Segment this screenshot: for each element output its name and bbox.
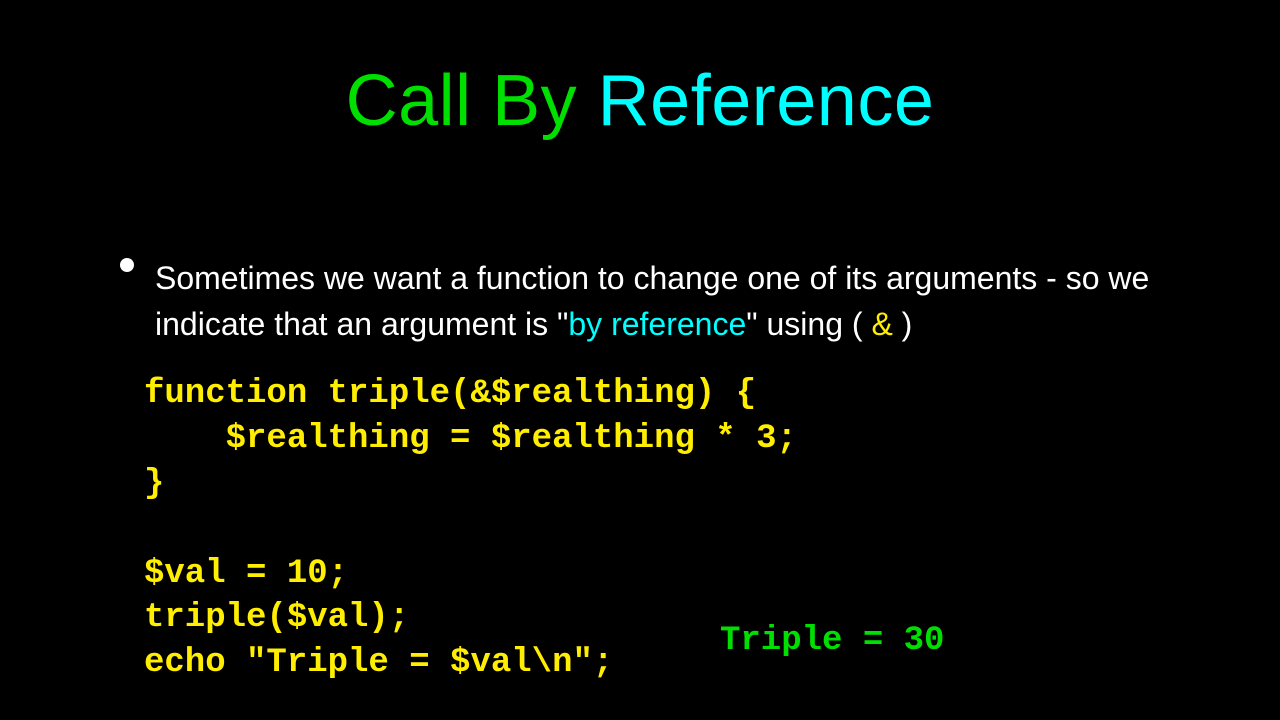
- slide: Call By Reference Sometimes we want a fu…: [0, 0, 1280, 720]
- slide-title: Call By Reference: [0, 60, 1280, 142]
- code-block: function triple(&$realthing) { $realthin…: [144, 372, 797, 686]
- body-mid: " using (: [746, 306, 871, 342]
- bullet-icon: [120, 258, 134, 272]
- output-block: Triple = 30: [720, 622, 944, 660]
- title-part-1: Call By: [346, 61, 598, 141]
- title-part-2: Reference: [598, 61, 935, 141]
- body-highlight-cyan: by reference: [568, 306, 746, 342]
- body-post: ): [893, 306, 913, 342]
- body-text: Sometimes we want a function to change o…: [155, 255, 1175, 348]
- body-highlight-amp: &: [871, 306, 892, 342]
